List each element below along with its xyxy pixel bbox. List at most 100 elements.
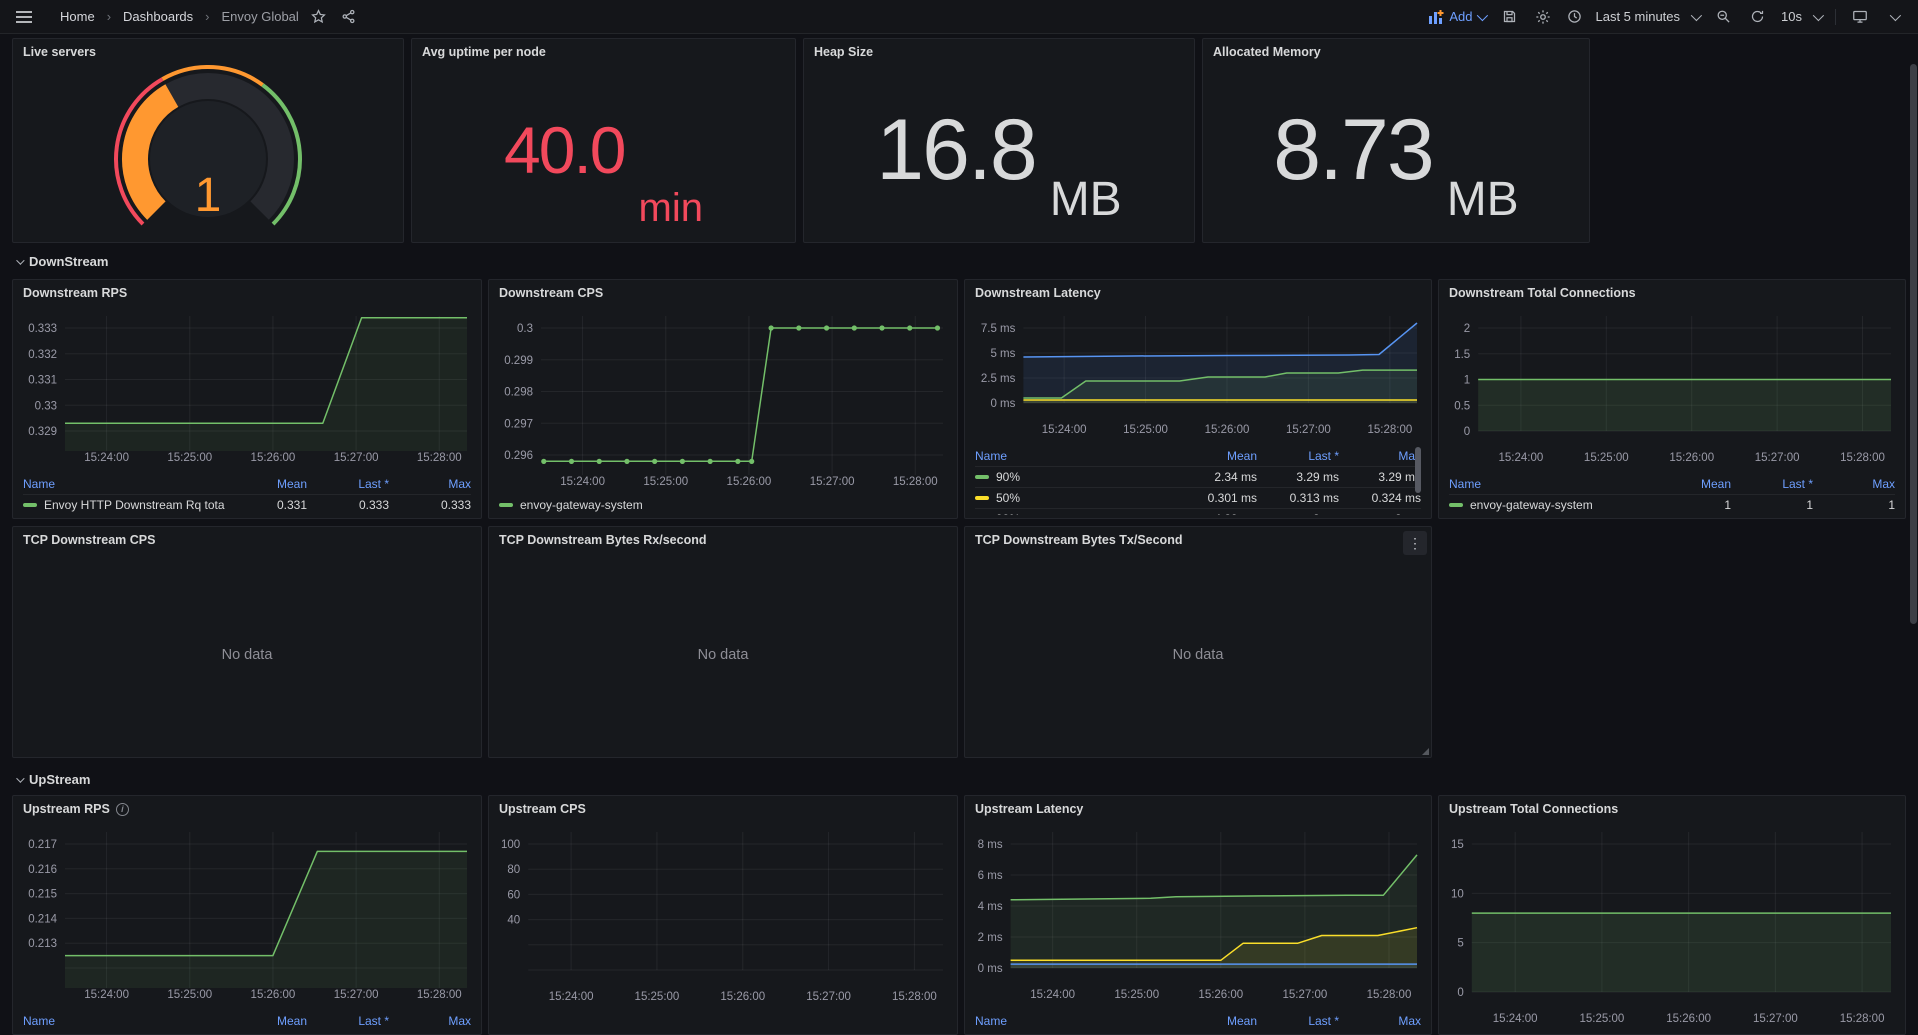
legend-scrollbar[interactable] (1415, 447, 1421, 493)
legend-header-col[interactable]: Last * (1257, 449, 1339, 463)
nav-divider (1835, 9, 1836, 25)
page-scrollbar[interactable] (1910, 64, 1917, 624)
breadcrumb-current: Envoy Global (221, 9, 298, 24)
star-icon[interactable] (309, 6, 329, 28)
legend-header-col[interactable]: Max (389, 477, 471, 491)
upstream-rps-chart[interactable]: 15:24:0015:25:0015:26:0015:27:0015:28:00… (13, 822, 481, 1010)
svg-text:60: 60 (507, 889, 520, 901)
legend-item[interactable]: 99% (975, 512, 1175, 515)
add-panel-button[interactable]: Add (1429, 9, 1485, 24)
section-downstream[interactable]: DownStream (16, 254, 108, 269)
panel-title[interactable]: Avg uptime per node (422, 45, 546, 59)
legend-header-col[interactable]: Max (1339, 449, 1421, 463)
legend-header-name[interactable]: Name (975, 449, 1175, 463)
legend-item[interactable]: envoy-gateway-system (499, 498, 643, 512)
downstream-total-connections-chart[interactable]: 15:24:0015:25:0015:26:0015:27:0015:28:00… (1439, 306, 1905, 473)
no-data-label: No data (222, 647, 273, 663)
legend-header-col[interactable]: Mean (225, 1014, 307, 1028)
svg-text:0.5: 0.5 (1454, 400, 1470, 412)
panel-title[interactable]: Upstream Total Connections (1449, 802, 1618, 816)
share-icon[interactable] (339, 6, 359, 28)
info-icon[interactable]: i (116, 803, 129, 816)
svg-text:40: 40 (507, 915, 520, 927)
legend-header-name[interactable]: Name (1449, 477, 1649, 491)
panel-title[interactable]: TCP Downstream Bytes Rx/second (499, 533, 706, 547)
panel-title[interactable]: Live servers (23, 45, 96, 59)
legend-header-name[interactable]: Name (975, 1014, 1175, 1028)
panel-title[interactable]: Upstream RPS (23, 802, 110, 816)
panel-tcp-downstream-bytes-tx: TCP Downstream Bytes Tx/Second No data ⋮ (964, 526, 1432, 758)
time-range-picker[interactable]: Last 5 minutes (1567, 6, 1699, 28)
legend-header-col[interactable]: Mean (1175, 449, 1257, 463)
live-servers-gauge[interactable]: 1 (13, 65, 403, 242)
svg-text:15:25:00: 15:25:00 (1114, 989, 1159, 1001)
legend-item[interactable]: Envoy HTTP Downstream Rq total (23, 498, 225, 512)
svg-text:15:24:00: 15:24:00 (1499, 452, 1544, 464)
legend-header-name[interactable]: Name (23, 477, 225, 491)
svg-text:2 ms: 2 ms (978, 932, 1003, 944)
svg-text:15:25:00: 15:25:00 (643, 476, 688, 488)
settings-gear-icon[interactable] (1533, 6, 1553, 28)
chart-legend: NameMeanLast *Max Envoy HTTP Downstream R… (23, 473, 471, 515)
panel-menu-kebab-icon[interactable]: ⋮ (1403, 531, 1427, 555)
legend-header-col[interactable]: Mean (225, 477, 307, 491)
panel-upstream-latency: Upstream Latency 15:24:0015:25:0015:26:0… (964, 795, 1432, 1035)
legend-header-col[interactable]: Max (1339, 1014, 1421, 1028)
breadcrumb-home[interactable]: Home (60, 9, 95, 24)
svg-text:2: 2 (1464, 323, 1470, 335)
panel-title[interactable]: TCP Downstream CPS (23, 533, 155, 547)
save-dashboard-icon[interactable] (1499, 6, 1519, 28)
legend-header-name[interactable]: Name (23, 1014, 225, 1028)
svg-text:15:27:00: 15:27:00 (1283, 989, 1328, 1001)
panel-title[interactable]: Downstream Latency (975, 286, 1101, 300)
breadcrumb-separator: › (203, 9, 211, 24)
panel-resize-handle[interactable] (1422, 748, 1429, 755)
zoom-out-icon[interactable] (1713, 6, 1733, 28)
chevron-down-icon (16, 774, 24, 782)
refresh-interval-picker[interactable]: 10s (1781, 6, 1821, 28)
panel-title[interactable]: Upstream CPS (499, 802, 586, 816)
chart-legend (489, 1012, 957, 1034)
svg-text:15:28:00: 15:28:00 (417, 989, 462, 1001)
downstream-cps-chart[interactable]: 15:24:0015:25:0015:26:0015:27:0015:28:00… (489, 306, 957, 497)
legend-header-col[interactable]: Last * (307, 1014, 389, 1028)
panel-tcp-downstream-bytes-rx: TCP Downstream Bytes Rx/second No data (488, 526, 958, 758)
upstream-latency-chart[interactable]: 15:24:0015:25:0015:26:0015:27:0015:28:00… (965, 822, 1431, 1010)
svg-text:0.217: 0.217 (28, 839, 57, 851)
legend-item[interactable]: envoy-gateway-system (1449, 498, 1649, 512)
upstream-cps-chart[interactable]: 15:24:0015:25:0015:26:0015:27:0015:28:00… (489, 822, 957, 1012)
menu-icon[interactable] (14, 6, 34, 28)
panel-title[interactable]: Downstream Total Connections (1449, 286, 1636, 300)
refresh-icon[interactable] (1747, 6, 1767, 28)
panel-title[interactable]: Downstream RPS (23, 286, 127, 300)
svg-text:15:26:00: 15:26:00 (1198, 989, 1243, 1001)
legend-header-col[interactable]: Last * (307, 477, 389, 491)
upstream-total-connections-chart[interactable]: 15:24:0015:25:0015:26:0015:27:0015:28:00… (1439, 822, 1905, 1034)
legend-header-col[interactable]: Last * (1731, 477, 1813, 491)
svg-text:0.332: 0.332 (28, 349, 57, 361)
downstream-latency-chart[interactable]: 15:24:0015:25:0015:26:0015:27:0015:28:00… (965, 306, 1431, 445)
svg-text:4 ms: 4 ms (978, 901, 1003, 913)
legend-header-col[interactable]: Last * (1257, 1014, 1339, 1028)
chart-legend: NameMeanLast *Max (23, 1010, 471, 1031)
legend-item[interactable]: 50% (975, 491, 1175, 505)
panel-title[interactable]: TCP Downstream Bytes Tx/Second (975, 533, 1182, 547)
panel-title[interactable]: Allocated Memory (1213, 45, 1321, 59)
legend-header-col[interactable]: Max (389, 1014, 471, 1028)
svg-text:15:26:00: 15:26:00 (720, 991, 765, 1003)
legend-header-col[interactable]: Mean (1649, 477, 1731, 491)
downstream-rps-chart[interactable]: 15:24:0015:25:0015:26:0015:27:0015:28:00… (13, 306, 481, 473)
svg-text:15:28:00: 15:28:00 (417, 452, 462, 464)
panel-title[interactable]: Downstream CPS (499, 286, 603, 300)
legend-stat: 8 ms (1257, 512, 1339, 515)
legend-item[interactable]: 90% (975, 470, 1175, 484)
legend-header-col[interactable]: Mean (1175, 1014, 1257, 1028)
breadcrumb-dashboards[interactable]: Dashboards (123, 9, 193, 24)
legend-header-col[interactable]: Max (1813, 477, 1895, 491)
panel-title[interactable]: Upstream Latency (975, 802, 1083, 816)
panel-title[interactable]: Heap Size (814, 45, 873, 59)
kiosk-monitor-icon[interactable] (1850, 6, 1870, 28)
section-upstream[interactable]: UpStream (16, 772, 90, 787)
chevron-down-icon[interactable] (1884, 6, 1904, 28)
legend-stat: 3.29 ms (1339, 470, 1421, 484)
